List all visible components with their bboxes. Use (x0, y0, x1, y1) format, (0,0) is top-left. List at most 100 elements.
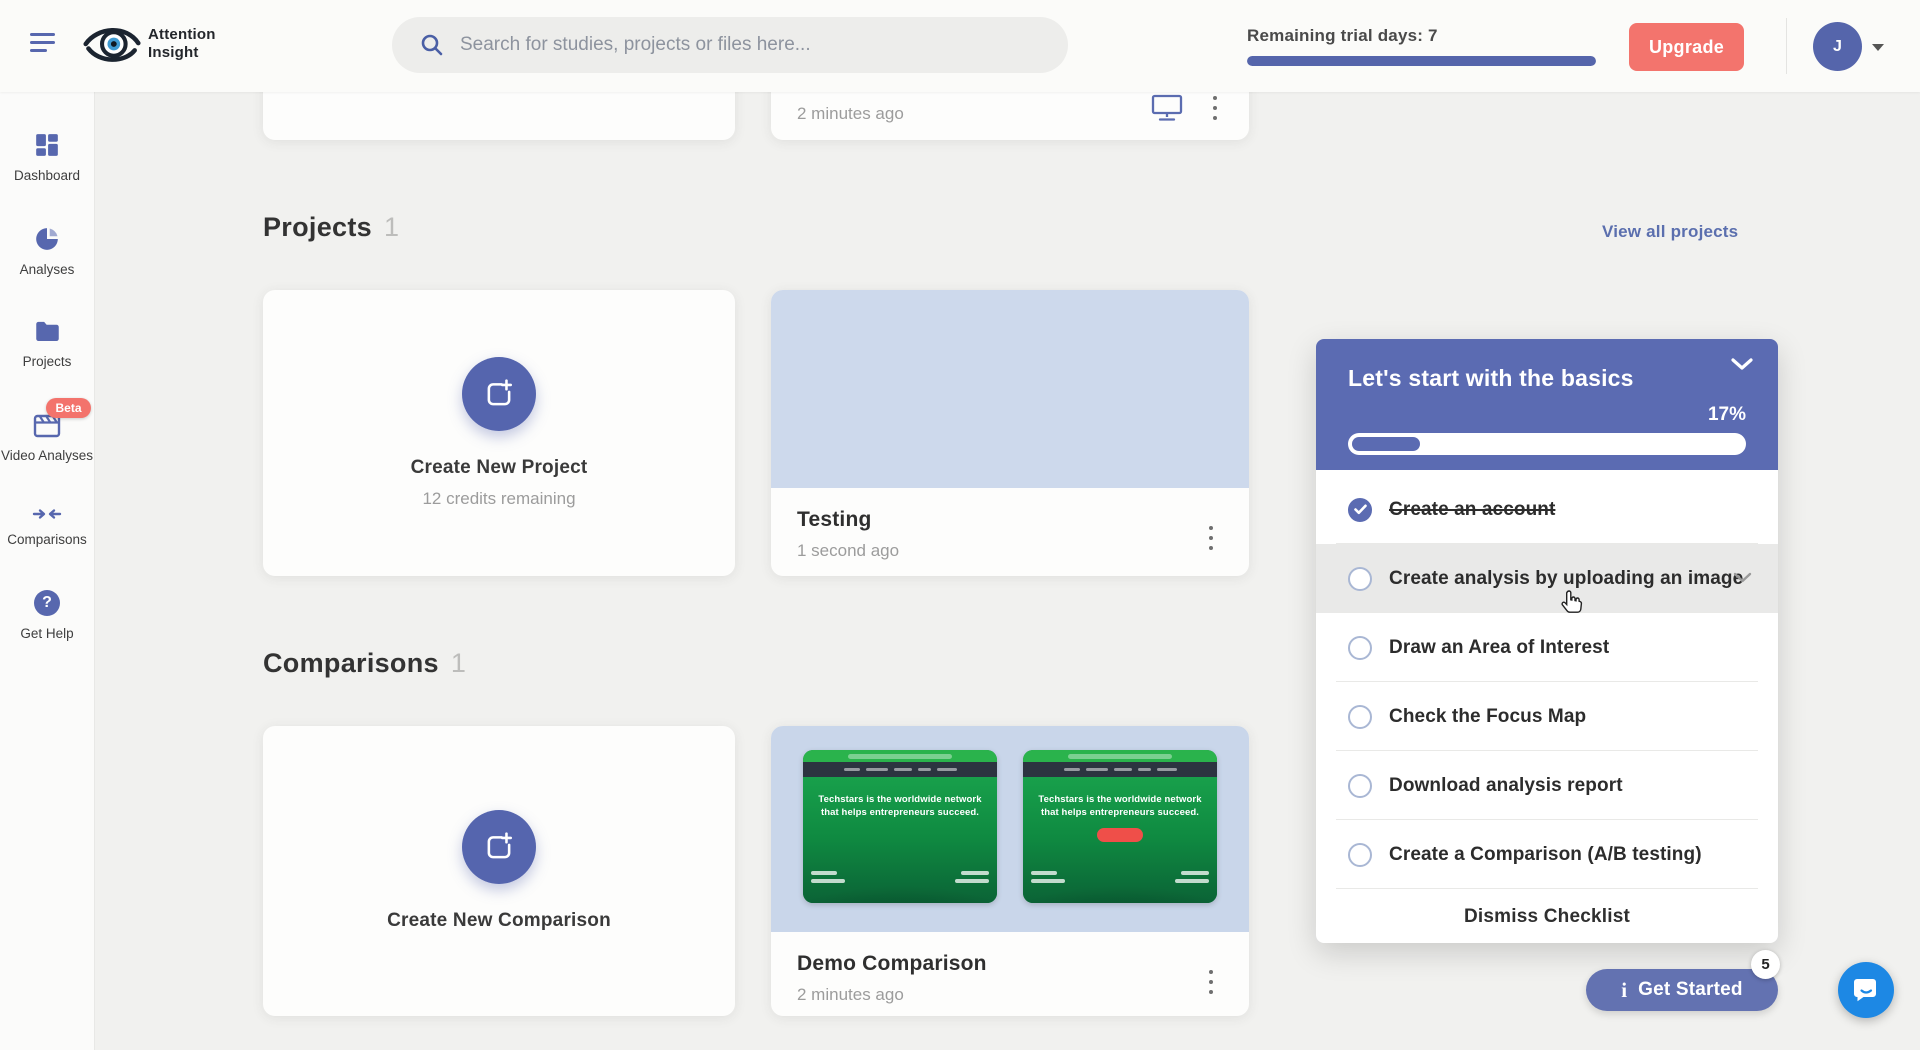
monitor-icon[interactable] (1151, 94, 1183, 122)
view-all-projects-link[interactable]: View all projects (1602, 222, 1738, 242)
credits-remaining: 12 credits remaining (422, 489, 575, 509)
sidebar-item-label: Video Analyses (1, 447, 93, 464)
create-new-project-button[interactable] (462, 357, 536, 431)
sidebar-item-video-analyses[interactable]: Beta Video Analyses (0, 412, 95, 464)
thumb-nav-bar (803, 762, 997, 777)
chat-bubble-icon (1851, 975, 1881, 1005)
avatar[interactable]: J (1813, 22, 1862, 71)
card-timestamp: 2 minutes ago (797, 104, 904, 124)
sidebar-item-analyses[interactable]: Analyses (0, 226, 95, 278)
create-new-comparison-card[interactable]: Create New Comparison (263, 726, 735, 1016)
checklist-item-upload-image[interactable]: Create analysis by uploading an image (1316, 544, 1778, 613)
checklist-item-download-report[interactable]: Download analysis report (1316, 751, 1778, 820)
kebab-menu-icon[interactable] (1205, 522, 1217, 554)
chevron-down-icon[interactable] (1733, 572, 1752, 583)
section-count: 1 (451, 648, 466, 678)
section-title: Projects (263, 212, 372, 242)
unchecked-circle-icon (1348, 774, 1372, 798)
projects-section-header: Projects 1 (263, 212, 399, 243)
create-new-icon (483, 831, 515, 863)
sidebar-item-projects[interactable]: Projects (0, 320, 95, 370)
checked-circle-icon (1348, 498, 1372, 522)
sidebar-item-comparisons[interactable]: Comparisons (0, 506, 95, 548)
sidebar-item-dashboard[interactable]: Dashboard (0, 132, 95, 184)
partial-card-recent[interactable]: 2 minutes ago (771, 92, 1249, 140)
dismiss-checklist-button[interactable]: Dismiss Checklist (1316, 889, 1778, 945)
thumb-hero: Techstars is the worldwide network that … (1023, 777, 1217, 903)
create-card-label: Create New Project (411, 457, 588, 479)
checklist-item-create-comparison[interactable]: Create a Comparison (A/B testing) (1316, 820, 1778, 889)
info-icon: i (1621, 978, 1627, 1003)
trial-status: Remaining trial days: 7 (1247, 26, 1596, 66)
unchecked-circle-icon (1348, 843, 1372, 867)
comparison-title: Demo Comparison (797, 952, 987, 976)
checklist-item-draw-aoi[interactable]: Draw an Area of Interest (1316, 613, 1778, 682)
comparison-card-info: Demo Comparison 2 minutes ago (797, 952, 987, 1005)
get-started-button[interactable]: i Get Started (1586, 969, 1778, 1011)
project-title: Testing (797, 508, 899, 532)
sidebar-item-label: Comparisons (7, 531, 87, 548)
comparison-thumbnail-area[interactable]: Techstars is the worldwide network that … (771, 726, 1249, 932)
thumb-nav-bar (1023, 762, 1217, 777)
comparison-thumb-a: Techstars is the worldwide network that … (803, 750, 997, 903)
project-card-testing[interactable]: Testing 1 second ago (771, 290, 1249, 576)
app-logo[interactable]: Attention Insight (83, 20, 216, 68)
app-name: Attention Insight (148, 26, 216, 62)
search-icon (420, 33, 444, 57)
create-new-project-card[interactable]: Create New Project 12 credits remaining (263, 290, 735, 576)
partial-card-left[interactable] (263, 92, 735, 140)
caret-down-icon[interactable] (1872, 44, 1884, 51)
sidebar-item-label: Analyses (20, 261, 75, 278)
checklist-title: Let's start with the basics (1348, 365, 1746, 392)
checklist-progress-bar (1348, 433, 1746, 455)
comparison-thumb-b: Techstars is the worldwide network that … (1023, 750, 1217, 903)
topbar-divider (1786, 18, 1787, 74)
folder-icon (34, 320, 61, 344)
thumb-header-bar (1023, 750, 1217, 762)
create-new-comparison-button[interactable] (462, 810, 536, 884)
thumb-cta-button (1097, 828, 1143, 842)
onboarding-checklist: Let's start with the basics 17% Create a… (1316, 339, 1778, 943)
sidebar-item-label: Projects (23, 353, 72, 370)
checklist-header: Let's start with the basics 17% (1316, 339, 1778, 470)
topbar: Attention Insight Remaining trial days: … (0, 0, 1920, 92)
create-card-label: Create New Comparison (387, 910, 611, 932)
main-content: 2 minutes ago Projects 1 View all project… (0, 92, 1920, 1050)
checklist-item-focus-map[interactable]: Check the Focus Map (1316, 682, 1778, 751)
eye-logo-icon (83, 20, 141, 68)
beta-badge: Beta (46, 398, 90, 418)
sidebar: Dashboard Analyses Projects Beta Video A… (0, 92, 95, 1050)
chat-launcher-button[interactable] (1838, 962, 1894, 1018)
thumb-hero: Techstars is the worldwide network that … (803, 777, 997, 903)
kebab-menu-icon[interactable] (1205, 966, 1217, 998)
hamburger-icon[interactable] (30, 33, 56, 59)
project-card-info: Testing 1 second ago (797, 508, 899, 561)
comparison-timestamp: 2 minutes ago (797, 985, 987, 1005)
section-count: 1 (384, 212, 399, 242)
upgrade-button[interactable]: Upgrade (1629, 23, 1744, 71)
chevron-down-icon[interactable] (1730, 357, 1754, 371)
search-input[interactable] (460, 34, 1040, 56)
dashboard-grid-icon (34, 132, 60, 158)
unchecked-circle-icon (1348, 705, 1372, 729)
trial-progress-fill (1247, 56, 1596, 66)
kebab-menu-icon[interactable] (1209, 92, 1221, 124)
comparison-card-demo[interactable]: Techstars is the worldwide network that … (771, 726, 1249, 1016)
checklist-progress-label: 17% (1348, 404, 1746, 426)
search-bar[interactable] (392, 17, 1068, 73)
trial-progress-bar (1247, 56, 1596, 66)
unchecked-circle-icon (1348, 567, 1372, 591)
trial-days-label: Remaining trial days: 7 (1247, 26, 1596, 46)
check-icon (1354, 504, 1367, 515)
checklist-progress-fill (1352, 437, 1420, 451)
checklist-item-create-account[interactable]: Create an account (1316, 475, 1778, 544)
project-thumbnail[interactable] (771, 290, 1249, 488)
section-title: Comparisons (263, 648, 439, 678)
sidebar-item-label: Dashboard (14, 167, 80, 184)
hand-cursor-icon (1560, 588, 1584, 616)
pie-chart-icon (34, 226, 60, 252)
thumb-header-bar (803, 750, 997, 762)
help-icon: ? (34, 590, 60, 616)
sidebar-item-get-help[interactable]: ? Get Help (0, 590, 95, 642)
unchecked-circle-icon (1348, 636, 1372, 660)
